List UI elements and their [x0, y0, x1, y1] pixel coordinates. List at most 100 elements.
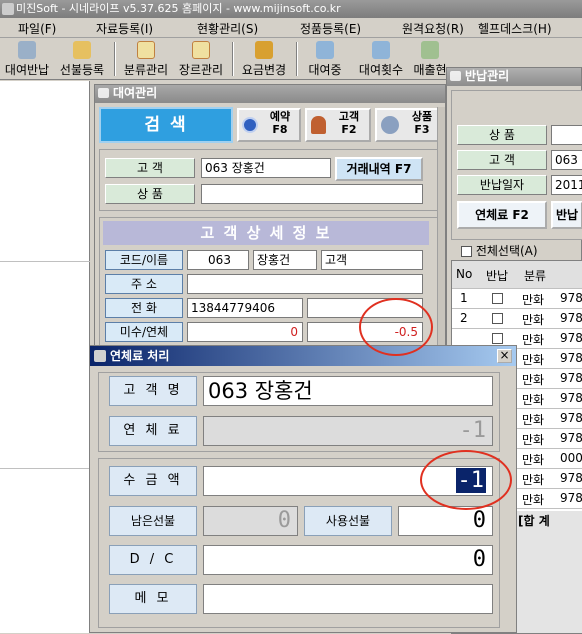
return-date-input[interactable]: 2011: [551, 175, 582, 195]
table-row[interactable]: 1 만화 978: [452, 289, 582, 309]
customer-type-field[interactable]: 고객: [321, 250, 423, 270]
prepaid-left-label: 남은선불: [109, 506, 197, 536]
row-code: 978: [560, 471, 582, 485]
row-category: 만화: [522, 393, 545, 407]
window-icon: [450, 71, 461, 81]
rental-title-bar: 대여관리: [95, 85, 445, 103]
row-code: 978: [560, 411, 582, 425]
customer-name-label: 고 객 명: [109, 376, 197, 406]
row-code: 978: [560, 371, 582, 385]
history-button[interactable]: 거래내역 F7: [335, 157, 423, 181]
memo-input[interactable]: [203, 584, 493, 614]
disc-icon: [381, 116, 399, 134]
menu-data-register[interactable]: 자료등록(I): [96, 20, 153, 37]
row-number: 1: [460, 291, 468, 305]
return-product-input[interactable]: [551, 125, 582, 145]
total-label: [합 계: [518, 514, 550, 528]
return-date-label: 반납일자: [457, 175, 547, 195]
chart-icon: [421, 41, 439, 59]
customer-input[interactable]: 063 장홍건: [201, 158, 331, 178]
row-category: 만화: [522, 353, 545, 367]
product-input[interactable]: [201, 184, 423, 204]
left-list-pane[interactable]: [0, 81, 90, 633]
code-field[interactable]: 063: [187, 250, 249, 270]
unpaid-overdue-label: 미수/연체: [105, 322, 183, 342]
code-name-label: 코드/이름: [105, 250, 183, 270]
toolbar-sales-button[interactable]: 매출현: [410, 39, 450, 79]
product-button[interactable]: 상품 F3: [375, 108, 445, 142]
late-fee-label: 연 체 료: [109, 416, 197, 446]
return-checkbox[interactable]: [492, 313, 503, 324]
return-product-label: 상 품: [457, 125, 547, 145]
window-title: 미진Soft - 시네라이프 v5.37.625 홈페이지 - www.miji…: [16, 2, 341, 15]
toolbar-renting-button[interactable]: 대여중: [302, 39, 348, 79]
notepad-icon: [192, 41, 210, 59]
menu-remote[interactable]: 원격요청(R): [402, 20, 464, 37]
dc-input[interactable]: 0: [203, 545, 493, 575]
toolbar-rent-count-button[interactable]: 대여횟수: [355, 39, 407, 79]
select-all-row: 전체선택(A): [461, 242, 582, 260]
return-button[interactable]: 반납: [551, 201, 582, 229]
row-code: 000: [560, 451, 582, 465]
toolbar-price-button[interactable]: 요금변경: [238, 39, 290, 79]
disc-icon: [18, 41, 36, 59]
annotation-circle: [359, 298, 433, 356]
toolbar-category-button[interactable]: 분류관리: [120, 39, 172, 79]
return-customer-input[interactable]: 063: [551, 150, 582, 170]
dialog-icon: [94, 350, 106, 362]
row-category: 만화: [522, 413, 545, 427]
clock-icon: [242, 117, 258, 133]
late-fee-field: -1: [203, 416, 493, 446]
menu-helpdesk[interactable]: 헬프데스크(H): [478, 20, 552, 37]
table-row[interactable]: 2 만화 978: [452, 309, 582, 329]
row-category: 만화: [522, 293, 545, 307]
close-icon[interactable]: ×: [497, 349, 512, 363]
name-field[interactable]: 장홍건: [253, 250, 317, 270]
menu-bar: 파일(F) 자료등록(I) 현황관리(S) 정품등록(E) 원격요청(R) 헬프…: [0, 18, 582, 38]
toolbar-genre-button[interactable]: 장르관리: [175, 39, 227, 79]
search-tab[interactable]: 검 색: [99, 107, 233, 143]
magnifier-icon: [316, 41, 334, 59]
customer-button[interactable]: 고객 F2: [305, 108, 371, 142]
phone-field[interactable]: 13844779406: [187, 298, 303, 318]
money-icon: [255, 41, 273, 59]
row-category: 만화: [522, 333, 545, 347]
prepaid-use-input[interactable]: 0: [398, 506, 493, 536]
toolbar-separator: [114, 42, 116, 76]
customer-detail-header: 고 객 상 세 정 보: [103, 221, 429, 245]
magnifier-icon: [372, 41, 390, 59]
menu-file[interactable]: 파일(F): [18, 20, 56, 37]
toolbar-prepaid-button[interactable]: 선불등록: [56, 39, 108, 79]
address-field[interactable]: [187, 274, 423, 294]
late-fee-button[interactable]: 연체료 F2: [457, 201, 547, 229]
coin-icon: [73, 41, 91, 59]
window-title-bar: 미진Soft - 시네라이프 v5.37.625 홈페이지 - www.miji…: [0, 0, 582, 18]
select-all-checkbox[interactable]: [461, 246, 472, 257]
row-code: 978: [560, 491, 582, 505]
prepaid-use-label: 사용선불: [304, 506, 392, 536]
menu-license[interactable]: 정품등록(E): [300, 20, 361, 37]
row-number: 2: [460, 311, 468, 325]
row-code: 978: [560, 391, 582, 405]
table-header: No 반납 분류: [452, 261, 582, 289]
row-category: 만화: [522, 453, 545, 467]
row-code: 978: [560, 311, 582, 325]
return-checkbox[interactable]: [492, 333, 503, 344]
row-category: 만화: [522, 493, 545, 507]
return-customer-label: 고 객: [457, 150, 547, 170]
toolbar-rent-return-button[interactable]: 대여반납: [2, 39, 52, 79]
customer-name-field: 063 장홍건: [203, 376, 493, 406]
annotation-circle: [420, 450, 512, 510]
return-window-title-bar: 반납관리: [447, 68, 581, 86]
row-code: 978: [560, 351, 582, 365]
product-label: 상 품: [105, 184, 195, 204]
menu-status[interactable]: 현황관리(S): [197, 20, 258, 37]
address-label: 주 소: [105, 274, 183, 294]
return-checkbox[interactable]: [492, 293, 503, 304]
prepaid-left-field: 0: [203, 506, 298, 536]
row-category: 만화: [522, 373, 545, 387]
scrollbar[interactable]: [437, 107, 445, 347]
reserve-button[interactable]: 예약 F8: [237, 108, 301, 142]
row-category: 만화: [522, 313, 545, 327]
row-code: 978: [560, 431, 582, 445]
